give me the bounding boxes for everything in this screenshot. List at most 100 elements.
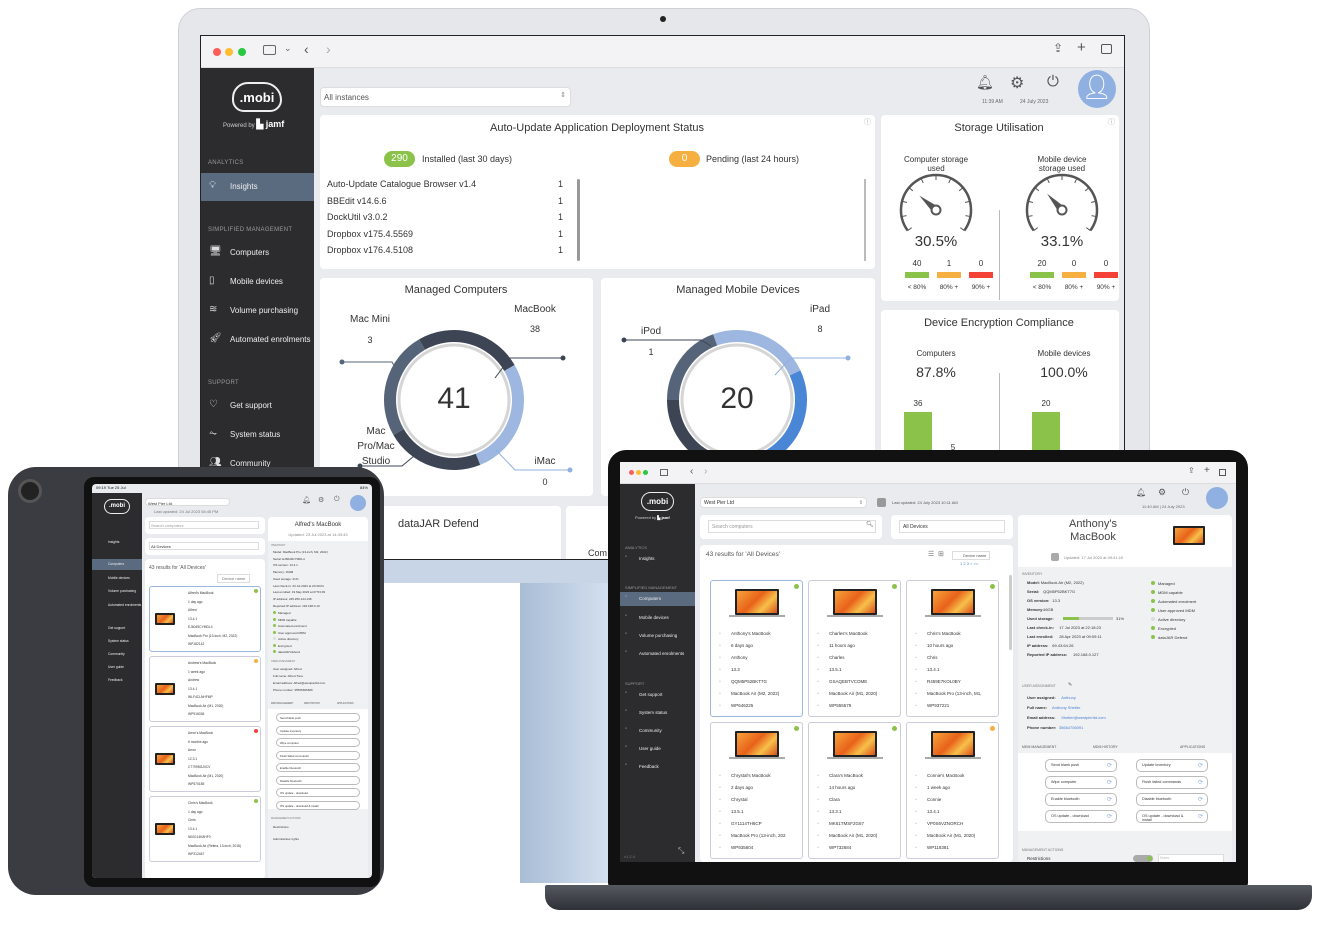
forward-icon[interactable]: › bbox=[326, 41, 331, 57]
action-button[interactable]: Send blank push ⟳ bbox=[1045, 759, 1117, 772]
sidebar-item-community[interactable]: ◦ Community bbox=[620, 724, 695, 738]
sidebar-item-computers[interactable]: Computers bbox=[92, 559, 142, 570]
user-value[interactable]: Anthony Shetler bbox=[1052, 705, 1080, 710]
close-window-button[interactable] bbox=[629, 470, 634, 475]
tab-mdm-history[interactable]: MDM HISTORY bbox=[1093, 745, 1118, 749]
device-card[interactable]: ▫ Chrystal's MacBook ▫ 2 days ago ▫ Chrystal ▫… bbox=[710, 722, 803, 859]
forward-icon[interactable]: › bbox=[704, 466, 707, 477]
sidebar-item-volume-purchasing[interactable]: ≋ Volume purchasing bbox=[201, 297, 314, 325]
bell-icon[interactable]: 🔔︎ bbox=[976, 74, 994, 91]
user-value[interactable]: Anthony bbox=[1061, 695, 1076, 700]
action-button[interactable]: Disable bluetooth ⟳ bbox=[1136, 793, 1208, 806]
device-card[interactable]: ▫ Clara's MacBook ▫ 14 hours ago ▫ Clara ▫ 13.3… bbox=[808, 722, 901, 859]
sidebar-item-automated-enrolments[interactable]: ◦ Automated enrolments bbox=[620, 647, 695, 661]
tab-mdm-history[interactable]: MDM HISTORY bbox=[304, 703, 320, 705]
tabs-overview-icon[interactable] bbox=[1101, 44, 1112, 54]
sidebar-item-get-support[interactable]: Get support bbox=[92, 623, 142, 634]
sort-select[interactable]: Device name bbox=[952, 551, 991, 560]
scrollbar[interactable] bbox=[864, 179, 866, 261]
sidebar-item-mobile-devices[interactable]: ▯ Mobile devices bbox=[201, 268, 314, 296]
action-button[interactable]: Enable bluetooth ⟳ bbox=[1045, 793, 1117, 806]
action-button[interactable]: OS update - download & install ⟳ bbox=[1136, 810, 1208, 823]
user-value[interactable]: 35664706091 bbox=[1059, 725, 1083, 730]
action-button[interactable]: OS update - download bbox=[276, 788, 360, 797]
list-view-icon[interactable]: ☰ bbox=[928, 550, 934, 558]
gear-icon[interactable]: ⚙ bbox=[1010, 73, 1024, 93]
bell-icon[interactable]: 🔔︎ bbox=[302, 496, 311, 504]
action-button[interactable]: Flush failed commands ⟳ bbox=[1136, 776, 1208, 789]
sidebar-item-user-guide[interactable]: User guide bbox=[92, 662, 142, 673]
sidebar-toggle-icon[interactable] bbox=[660, 469, 668, 476]
sidebar-item-mobile-devices[interactable]: ◦ Mobile devices bbox=[620, 611, 695, 625]
sidebar-item-feedback[interactable]: Feedback bbox=[92, 675, 142, 686]
instance-select[interactable]: All instances ⇕ bbox=[320, 87, 571, 107]
sidebar-item-insights[interactable]: 💡︎ Insights bbox=[201, 173, 314, 201]
power-icon[interactable]: ⏻ bbox=[1182, 487, 1189, 498]
scrollbar[interactable] bbox=[1009, 575, 1012, 650]
device-card[interactable]: Andrew's MacBook 1 week ago Andrew 13.4.1 WL… bbox=[149, 656, 261, 722]
user-value[interactable]: Shetler@westpierltd.com bbox=[1061, 715, 1106, 720]
device-card[interactable]: Alfred's MacBook 1 day ago Alfred 13.4.1 EJ6… bbox=[149, 586, 261, 652]
collapse-icon[interactable]: ⤡ bbox=[678, 846, 684, 856]
minimize-window-button[interactable] bbox=[636, 470, 641, 475]
user-avatar[interactable]: 👤︎ bbox=[1078, 70, 1116, 108]
chevron-down-icon[interactable]: ⌄ bbox=[284, 43, 292, 54]
user-avatar[interactable] bbox=[350, 495, 366, 511]
action-button[interactable]: OS update - download ⟳ bbox=[1045, 810, 1117, 823]
power-icon[interactable]: ⏻ bbox=[334, 496, 340, 504]
gear-icon[interactable]: ⚙ bbox=[1158, 487, 1166, 498]
zoom-window-button[interactable] bbox=[643, 470, 648, 475]
device-card[interactable]: ▫ Chris's MacBook ▫ 10 hours ago ▫ Chris ▫ 13.4… bbox=[906, 580, 999, 717]
sidebar-item-insights[interactable]: ◦ Insights bbox=[620, 552, 695, 566]
share-icon[interactable]: ⇪ bbox=[1188, 466, 1195, 475]
search-icon[interactable]: 🔍︎ bbox=[866, 521, 874, 528]
sidebar-item-system-status[interactable]: ◦ System status bbox=[620, 706, 695, 720]
filter-select[interactable]: All Devices bbox=[149, 542, 259, 550]
action-button[interactable]: OS update - download & install bbox=[276, 800, 360, 810]
action-button[interactable]: Enable bluetooth bbox=[276, 763, 360, 772]
filter-select[interactable]: All Devices bbox=[899, 520, 1005, 533]
sidebar-toggle-icon[interactable] bbox=[263, 45, 276, 55]
sidebar-item-volume-purchasing[interactable]: Volume purchasing bbox=[92, 586, 142, 597]
action-button[interactable]: Update inventory bbox=[276, 725, 360, 735]
device-card[interactable]: ▫ Charles's MacBook ▫ 11 hours ago ▫ Charles ▫… bbox=[808, 580, 901, 717]
sidebar-item-automated-enrolments[interactable]: Automated enrolments bbox=[92, 600, 142, 611]
sidebar-item-community[interactable]: Community bbox=[92, 649, 142, 660]
notes-input[interactable]: Notes bbox=[1158, 854, 1224, 862]
search-input[interactable]: Search computers bbox=[708, 520, 876, 533]
bell-icon[interactable]: 🔔︎ bbox=[1136, 488, 1146, 497]
back-icon[interactable]: ‹ bbox=[304, 41, 309, 57]
power-icon[interactable]: ⏻ bbox=[1047, 73, 1059, 90]
org-select[interactable]: West Pier Ltd bbox=[145, 498, 230, 506]
action-button[interactable]: Update inventory ⟳ bbox=[1136, 759, 1208, 772]
action-button[interactable]: Flush failed commands bbox=[276, 750, 360, 760]
back-icon[interactable]: ‹ bbox=[690, 466, 693, 477]
action-button[interactable]: Wipe computer bbox=[276, 738, 360, 747]
refresh-icon[interactable] bbox=[877, 498, 886, 507]
share-icon[interactable]: ⇪ bbox=[1053, 41, 1063, 55]
sidebar-item-volume-purchasing[interactable]: ◦ Volume purchasing bbox=[620, 629, 695, 643]
refresh-icon[interactable] bbox=[1051, 553, 1059, 561]
tabs-overview-icon[interactable] bbox=[1219, 469, 1226, 476]
device-card[interactable]: Arron's MacBook 6 months ago Arron 12.3.1 C7… bbox=[149, 726, 261, 792]
sidebar-item-get-support[interactable]: ◦ Get support bbox=[620, 688, 695, 702]
grid-view-icon[interactable]: ⊞ bbox=[938, 550, 944, 558]
sidebar-item-mobile-devices[interactable]: Mobile devices bbox=[92, 573, 142, 584]
action-button[interactable]: Disable bluetooth bbox=[276, 775, 360, 785]
sidebar-item-system-status[interactable]: System status bbox=[92, 636, 142, 647]
sidebar-item-insights[interactable]: Insights bbox=[92, 537, 142, 548]
new-tab-icon[interactable]: + bbox=[1204, 465, 1210, 476]
sidebar-item-get-support[interactable]: ♡ Get support bbox=[201, 392, 314, 420]
search-input[interactable]: Search computers bbox=[149, 521, 259, 529]
action-button[interactable]: Wipe computer ⟳ bbox=[1045, 776, 1117, 789]
page-link[interactable]: >> bbox=[973, 561, 978, 566]
minimize-window-button[interactable] bbox=[225, 48, 233, 56]
info-icon[interactable]: ⓘ bbox=[864, 117, 871, 127]
edit-icon[interactable]: ✎ bbox=[1068, 682, 1072, 688]
device-card[interactable]: ▫ Anthony's MacBook ▫ 6 days ago ▫ Anthony ▫ 13… bbox=[710, 580, 803, 717]
new-tab-icon[interactable]: + bbox=[1077, 39, 1086, 56]
scrollbar[interactable] bbox=[577, 179, 580, 261]
org-select[interactable]: West Pier Ltd ⇕ bbox=[700, 497, 867, 508]
close-window-button[interactable] bbox=[213, 48, 221, 56]
gear-icon[interactable]: ⚙ bbox=[318, 496, 324, 504]
